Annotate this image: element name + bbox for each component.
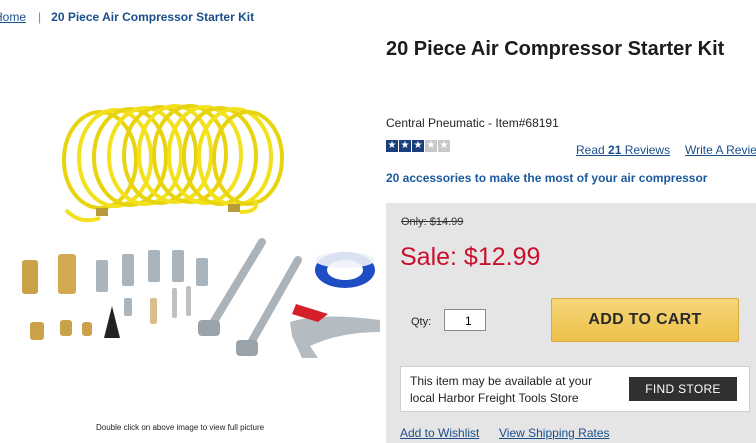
breadcrumb: Home | 20 Piece Air Compressor Starter Kit bbox=[0, 10, 254, 24]
brass-couplers-illustration bbox=[22, 254, 92, 340]
sale-price: Sale: $12.99 bbox=[400, 243, 541, 271]
quantity-label: Qty: bbox=[411, 316, 432, 328]
image-caption: Double click on above image to view full… bbox=[96, 423, 265, 432]
breadcrumb-separator: | bbox=[38, 10, 42, 24]
breadcrumb-home-link[interactable]: Home bbox=[0, 10, 26, 24]
product-title: 20 Piece Air Compressor Starter Kit bbox=[386, 38, 725, 60]
add-to-cart-button[interactable]: ADD TO CART bbox=[551, 298, 739, 342]
add-to-wishlist-link[interactable]: Add to Wishlist bbox=[400, 426, 479, 440]
view-shipping-rates-link[interactable]: View Shipping Rates bbox=[499, 426, 610, 440]
read-reviews-prefix: Read bbox=[576, 143, 605, 157]
product-tagline: 20 accessories to make the most of your … bbox=[386, 171, 708, 185]
coiled-hose-illustration bbox=[62, 104, 284, 223]
star-icon: ★ bbox=[399, 140, 411, 152]
star-empty-icon: ★ bbox=[425, 140, 437, 152]
star-rating[interactable]: ★ ★ ★ ★ ★ bbox=[386, 140, 450, 153]
read-reviews-suffix: Reviews bbox=[624, 143, 671, 157]
hose-fitting-icon bbox=[96, 208, 108, 216]
breadcrumb-current[interactable]: 20 Piece Air Compressor Starter Kit bbox=[51, 10, 254, 24]
star-icon: ★ bbox=[412, 140, 424, 152]
review-count: 21 bbox=[608, 143, 622, 157]
teflon-tape-icon bbox=[315, 252, 375, 288]
star-empty-icon: ★ bbox=[438, 140, 450, 152]
quantity-input[interactable] bbox=[444, 309, 486, 331]
store-availability-text: This item may be available at your local… bbox=[410, 374, 593, 405]
product-image[interactable] bbox=[0, 100, 385, 420]
star-icon: ★ bbox=[386, 140, 398, 152]
hose-fitting-icon bbox=[228, 204, 240, 212]
rubber-tip-icon bbox=[104, 306, 120, 338]
find-store-button[interactable]: FIND STORE bbox=[629, 377, 737, 401]
read-reviews-link[interactable]: Read 21 Reviews bbox=[576, 143, 670, 157]
write-review-link[interactable]: Write A Review bbox=[685, 143, 756, 157]
original-price: Only: $14.99 bbox=[401, 216, 464, 228]
brand-item-number: Central Pneumatic - Item#68191 bbox=[386, 116, 559, 130]
